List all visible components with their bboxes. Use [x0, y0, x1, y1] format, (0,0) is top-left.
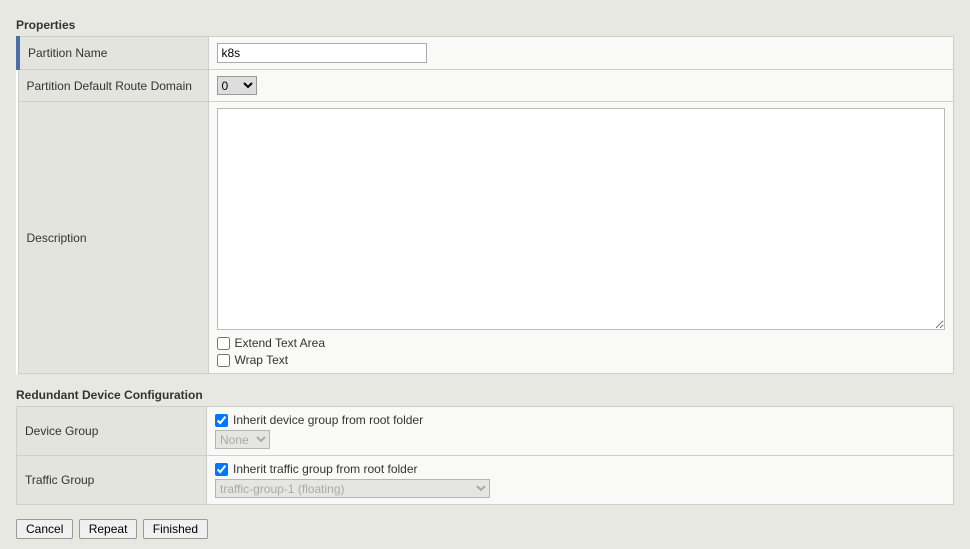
description-textarea[interactable]: [217, 108, 946, 330]
traffic-group-select: traffic-group-1 (floating): [215, 479, 490, 498]
inherit-traffic-group-label: Inherit traffic group from root folder: [233, 462, 418, 476]
device-group-row: Device Group Inherit device group from r…: [17, 407, 954, 456]
extend-text-area-label: Extend Text Area: [235, 336, 326, 350]
traffic-group-label: Traffic Group: [17, 456, 207, 505]
route-domain-row: Partition Default Route Domain 0: [18, 70, 954, 102]
inherit-traffic-group-checkbox[interactable]: [215, 463, 228, 476]
inherit-device-group-label: Inherit device group from root folder: [233, 413, 423, 427]
description-label: Description: [18, 102, 208, 374]
device-group-label: Device Group: [17, 407, 207, 456]
button-row: Cancel Repeat Finished: [16, 519, 954, 539]
device-group-select: None: [215, 430, 270, 449]
finished-button[interactable]: Finished: [143, 519, 208, 539]
partition-name-row: Partition Name: [18, 37, 954, 70]
route-domain-label: Partition Default Route Domain: [18, 70, 208, 102]
properties-table: Partition Name Partition Default Route D…: [16, 36, 954, 374]
partition-name-label: Partition Name: [18, 37, 208, 70]
cancel-button[interactable]: Cancel: [16, 519, 73, 539]
wrap-text-checkbox[interactable]: [217, 354, 230, 367]
redundant-table: Device Group Inherit device group from r…: [16, 406, 954, 505]
traffic-group-row: Traffic Group Inherit traffic group from…: [17, 456, 954, 505]
properties-section-title: Properties: [16, 18, 954, 32]
extend-text-area-checkbox[interactable]: [217, 337, 230, 350]
repeat-button[interactable]: Repeat: [79, 519, 138, 539]
route-domain-select[interactable]: 0: [217, 76, 257, 95]
redundant-section-title: Redundant Device Configuration: [16, 388, 954, 402]
description-row: Description Extend Text Area Wrap Text: [18, 102, 954, 374]
wrap-text-label: Wrap Text: [235, 353, 289, 367]
partition-name-input[interactable]: [217, 43, 427, 63]
inherit-device-group-checkbox[interactable]: [215, 414, 228, 427]
